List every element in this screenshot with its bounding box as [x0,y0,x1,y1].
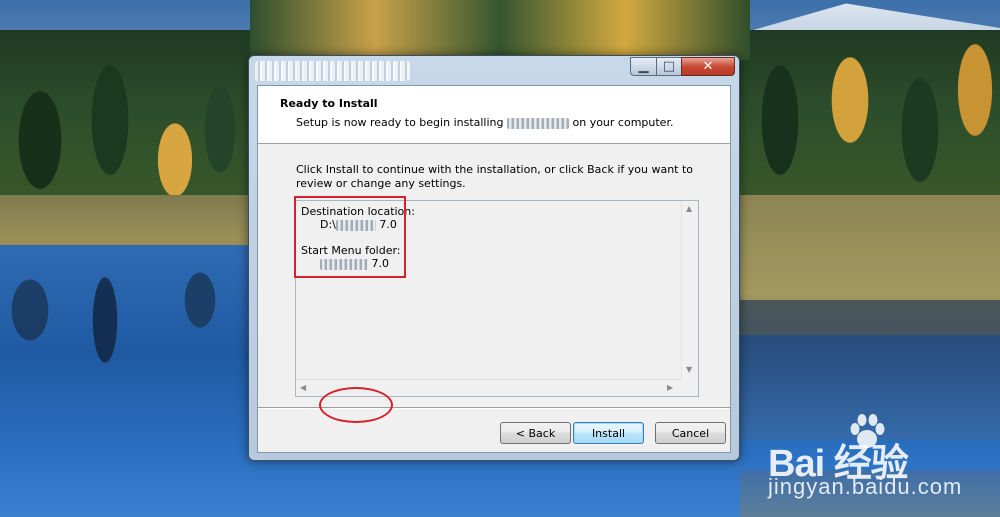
start-menu-value: 7.0 [301,257,415,270]
memo-spacer [301,231,415,244]
button-separator [258,407,730,408]
scroll-down-icon[interactable]: ▼ [686,365,692,374]
minimize-button[interactable]: ▁ [630,57,657,76]
start-suffix: 7.0 [368,257,389,270]
maximize-button[interactable]: □ [656,57,682,76]
dest-suffix: 7.0 [375,218,397,231]
scroll-left-icon[interactable]: ◀ [300,383,306,392]
forest-right [740,10,1000,210]
intro-text: Click Install to continue with the insta… [296,163,694,190]
dest-prefix: D:\ [320,218,336,231]
install-button[interactable]: Install [573,422,644,444]
obscured-dest-name [335,219,376,231]
title-bar[interactable]: ▁ □ ✕ [249,56,739,84]
obscured-app-name [507,117,569,129]
wizard-header: Ready to Install Setup is now ready to b… [258,86,730,144]
forest-left [0,20,250,210]
cancel-button[interactable]: Cancel [655,422,726,444]
maximize-icon: □ [662,59,676,74]
window-title-obscured [255,61,410,81]
obscured-folder-name [320,258,368,270]
subtitle-end: on your computer. [569,116,674,129]
memo-content: Destination location: D:\ 7.0 Start Menu… [301,205,415,270]
installer-window: ▁ □ ✕ Ready to Install Setup is now read… [248,55,740,461]
page-title: Ready to Install [280,97,378,110]
dest-value: D:\ 7.0 [301,218,415,231]
baidu-watermark: Bai 经验 jingyan.baidu.com [760,408,990,508]
close-icon: ✕ [702,59,714,74]
scrollbar-corner [682,380,698,396]
subtitle-start: Setup is now ready to begin installing [296,116,507,129]
lake-reflection [0,250,250,400]
horizontal-scrollbar[interactable]: ◀ ▶ [296,379,682,396]
back-button[interactable]: < Back [500,422,571,444]
wizard-client-area: Ready to Install Setup is now ready to b… [257,85,731,453]
scroll-up-icon[interactable]: ▲ [686,204,692,213]
vertical-scrollbar[interactable]: ▲ ▼ [681,201,698,381]
dest-label: Destination location: [301,205,415,218]
autumn-trees [250,0,750,60]
minimize-icon: ▁ [638,59,649,74]
start-menu-label: Start Menu folder: [301,244,401,257]
scroll-right-icon[interactable]: ▶ [667,383,673,392]
settings-summary-memo[interactable]: Destination location: D:\ 7.0 Start Menu… [295,200,699,397]
watermark-url: jingyan.baidu.com [768,474,963,499]
close-button[interactable]: ✕ [681,57,735,76]
page-subtitle: Setup is now ready to begin installing o… [296,116,673,129]
